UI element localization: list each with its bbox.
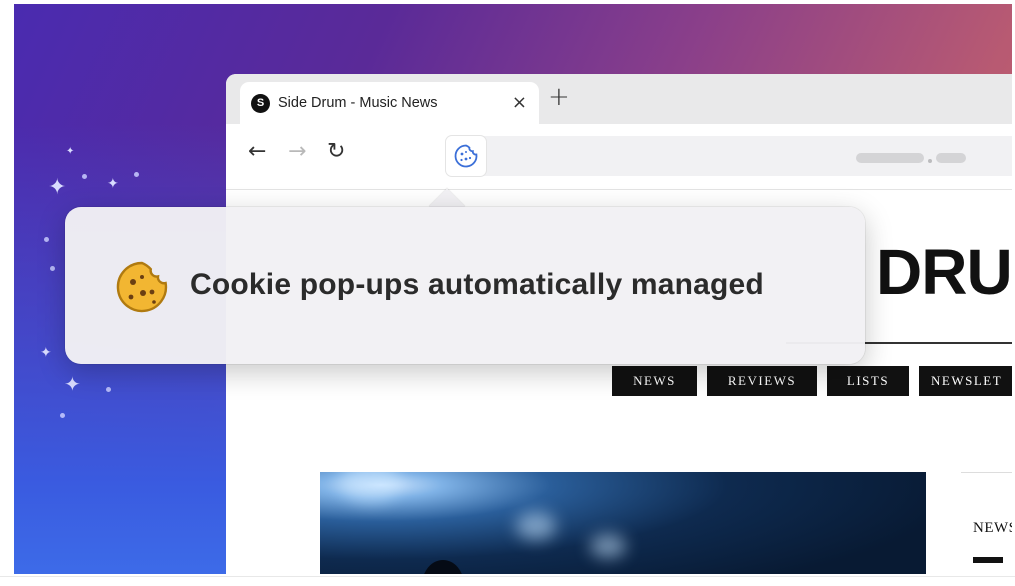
site-nav-lists[interactable]: LISTS — [827, 366, 909, 396]
sparkle-dot — [50, 266, 55, 271]
site-favicon-icon: S — [251, 94, 270, 113]
reload-button[interactable]: ↻ — [327, 140, 345, 164]
sidebar-section-label: NEWS — [973, 520, 1012, 536]
sparkle-dot — [134, 172, 139, 177]
url-placeholder — [856, 153, 924, 163]
sidebar-divider — [961, 472, 1012, 473]
site-nav: NEWS REVIEWS LISTS NEWSLET — [612, 366, 1012, 396]
bottom-divider — [0, 576, 1015, 577]
cookie-icon — [454, 144, 478, 168]
site-nav-news[interactable]: NEWS — [612, 366, 697, 396]
sparkle-icon: ✦ — [48, 175, 67, 200]
tab-side-drum[interactable]: S Side Drum - Music News × — [240, 82, 539, 124]
cookie-popup-icon-wrapper — [114, 259, 170, 320]
sparkle-icon: ✦ — [40, 345, 52, 361]
sparkle-dot — [60, 413, 65, 418]
forward-button[interactable]: → — [288, 140, 306, 164]
sidebar-headline-fragment — [973, 557, 1003, 563]
url-placeholder-dot — [928, 159, 932, 163]
back-button[interactable]: ← — [248, 140, 266, 164]
browser-toolbar: ← → ↻ — [226, 124, 1012, 190]
sparkle-icon: ✦ — [107, 176, 119, 192]
hero-image[interactable] — [320, 472, 926, 574]
url-placeholder — [936, 153, 966, 163]
tab-strip: S Side Drum - Music News × + — [226, 74, 1012, 124]
cookie-icon — [116, 261, 168, 313]
close-tab-icon[interactable]: × — [512, 92, 527, 113]
sparkle-dot — [44, 237, 49, 242]
performer-silhouette — [422, 560, 464, 574]
sparkle-icon: ✦ — [66, 146, 75, 157]
cookie-manager-button[interactable] — [446, 136, 486, 176]
new-tab-button[interactable]: + — [548, 84, 570, 110]
site-logo[interactable]: DRU — [876, 235, 1012, 309]
tab-title: Side Drum - Music News — [278, 95, 438, 111]
address-bar[interactable] — [446, 136, 1012, 176]
site-nav-reviews[interactable]: REVIEWS — [707, 366, 817, 396]
popup-message: Cookie pop-ups automatically managed — [190, 268, 764, 301]
sparkle-dot — [106, 387, 111, 392]
sparkle-icon: ✦ — [64, 372, 81, 396]
site-nav-newsletter[interactable]: NEWSLET — [919, 366, 1012, 396]
sparkle-dot — [82, 174, 87, 179]
